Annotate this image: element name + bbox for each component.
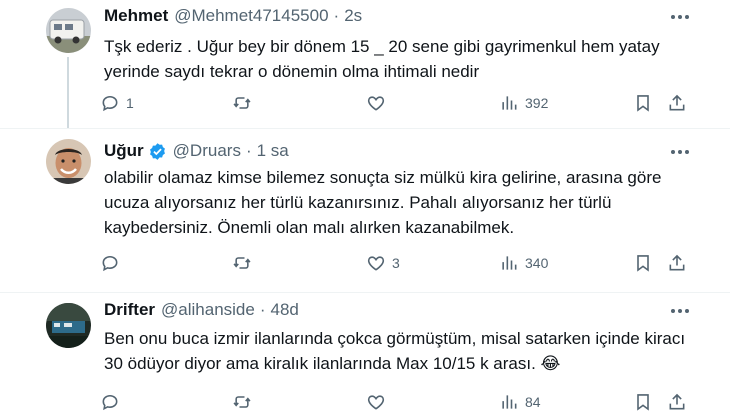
share-icon (669, 393, 685, 410)
retweet-button[interactable] (232, 251, 258, 275)
avatar-drifter[interactable] (46, 303, 91, 348)
retweet-button[interactable] (232, 390, 258, 414)
views-button[interactable]: 84 (499, 390, 541, 414)
tweet-text: Ben onu buca izmir ilanlarında çokca gör… (104, 329, 686, 373)
separator-dot: · (245, 141, 252, 160)
share-icon (669, 254, 685, 271)
timestamp[interactable]: 48d (271, 300, 299, 320)
user-handle[interactable]: @alihanside (161, 300, 255, 320)
thread-line (67, 57, 69, 128)
tweet-drifter[interactable]: Drifter @alihanside · 48d Ben onu buca i… (0, 293, 730, 420)
views-icon (502, 395, 517, 409)
retweet-icon (233, 396, 251, 408)
view-count: 84 (525, 394, 541, 410)
action-bar: 84 (100, 390, 700, 414)
tweet-header: Mehmet @Mehmet47145500 · 2s (104, 6, 362, 26)
views-icon (502, 256, 517, 270)
more-icon (671, 15, 675, 19)
heart-icon (367, 256, 385, 271)
tweet-mehmet[interactable]: Mehmet @Mehmet47145500 · 2s Tşk ederiz .… (0, 0, 730, 128)
share-icon (669, 94, 685, 111)
bookmark-button[interactable] (633, 390, 653, 414)
tweet-ugur[interactable]: Uğur @Druars · 1 sa olabilir olamaz kims… (0, 129, 730, 292)
reply-button[interactable]: 1 (100, 91, 134, 115)
bookmark-icon (637, 394, 649, 411)
action-bar: 1 392 (100, 91, 700, 115)
share-button[interactable] (667, 251, 687, 275)
view-count: 340 (525, 255, 549, 271)
heart-icon (367, 395, 385, 410)
retweet-icon (233, 97, 251, 109)
tweet-text: olabilir olamaz kimse bilemez sonuçta si… (104, 168, 662, 237)
like-button[interactable]: 3 (366, 251, 400, 275)
display-name[interactable]: Mehmet (104, 6, 168, 26)
views-button[interactable]: 392 (499, 91, 548, 115)
user-handle[interactable]: @Druars (173, 141, 241, 161)
tweet-header: Drifter @alihanside · 48d (104, 300, 299, 320)
reply-button[interactable] (100, 390, 126, 414)
action-bar: 3 340 (100, 251, 700, 275)
share-button[interactable] (667, 390, 687, 414)
more-options-button[interactable] (669, 141, 691, 163)
bookmark-button[interactable] (633, 251, 653, 275)
reply-icon (102, 255, 118, 272)
bookmark-button[interactable] (633, 91, 653, 115)
display-name[interactable]: Uğur (104, 141, 144, 161)
reply-icon (102, 394, 118, 411)
reply-button[interactable] (100, 251, 126, 275)
retweet-button[interactable] (232, 91, 258, 115)
reply-icon (102, 95, 118, 112)
verified-badge-icon[interactable] (148, 142, 167, 161)
separator-dot: · (333, 6, 340, 25)
view-count: 392 (525, 95, 549, 111)
like-count: 3 (392, 255, 400, 271)
timestamp[interactable]: 2s (344, 6, 362, 26)
more-icon (671, 309, 675, 313)
bookmark-icon (637, 95, 649, 112)
reply-count: 1 (126, 95, 134, 111)
bookmark-icon (637, 255, 649, 272)
views-button[interactable]: 340 (499, 251, 548, 275)
tweet-header: Uğur @Druars · 1 sa (104, 141, 289, 161)
more-options-button[interactable] (669, 6, 691, 28)
separator-dot: · (259, 300, 266, 319)
retweet-icon (233, 257, 251, 269)
share-button[interactable] (667, 91, 687, 115)
more-icon (671, 150, 675, 154)
avatar-ugur[interactable] (46, 139, 91, 184)
timestamp[interactable]: 1 sa (257, 141, 289, 161)
more-options-button[interactable] (669, 300, 691, 322)
display-name[interactable]: Drifter (104, 300, 155, 320)
avatar-mehmet[interactable] (46, 8, 91, 53)
like-button[interactable] (366, 91, 392, 115)
views-icon (502, 96, 517, 110)
tweet-text: Tşk ederiz . Uğur bey bir dönem 15 _ 20 … (104, 37, 660, 81)
like-button[interactable] (366, 390, 392, 414)
user-handle[interactable]: @Mehmet47145500 (174, 6, 328, 26)
heart-icon (367, 96, 385, 111)
